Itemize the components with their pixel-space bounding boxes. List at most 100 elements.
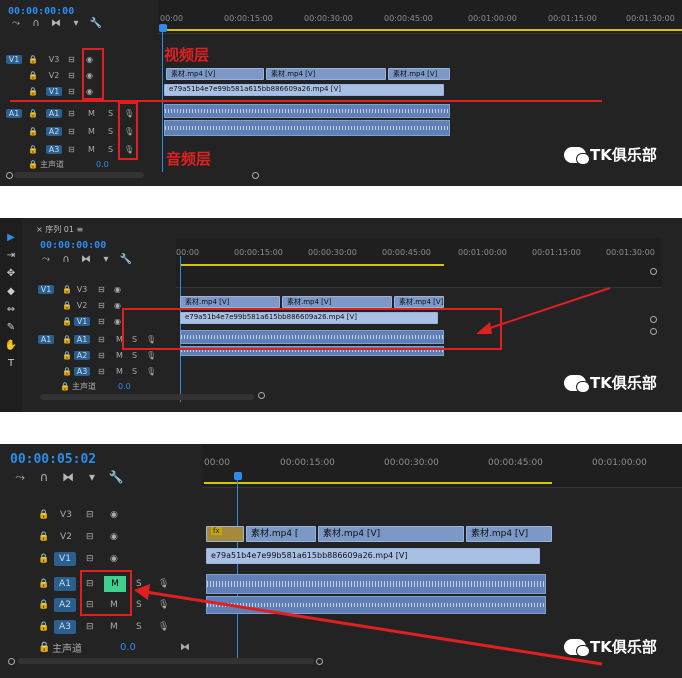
marker-icon[interactable]: ▾ [96, 254, 116, 265]
zoom-scroll-start[interactable] [6, 172, 13, 179]
video-clip-main[interactable]: e79a51b4e7e99b581a615bb886609a26.mp4 [V] [164, 84, 444, 96]
track-header-v1[interactable]: 🔒 V1 ⊟ ◉ [0, 550, 196, 568]
video-clip[interactable]: 素材.mp4 [V] [166, 68, 264, 80]
solo-button[interactable]: S [108, 127, 113, 136]
lock-icon[interactable]: 🔒 [62, 351, 72, 360]
track-header-a2[interactable]: 🔒 A2 ⊟ M S 🎙 [0, 348, 170, 362]
video-clip[interactable]: 素材.mp4 [V] [266, 68, 386, 80]
lock-icon[interactable]: 🔒 [62, 317, 72, 326]
source-patch-v1[interactable]: V1 [6, 54, 22, 64]
video-clip[interactable]: 素材.mp4 [V] [180, 296, 280, 308]
lock-icon[interactable]: 🔒 [28, 145, 38, 154]
solo-button[interactable]: S [132, 351, 137, 360]
snap-icon[interactable]: ∩ [26, 18, 46, 29]
sync-lock-icon[interactable]: ⊟ [68, 71, 75, 80]
video-clip[interactable]: 素材.mp4 [V] [466, 526, 552, 542]
track-header-v3[interactable]: V1 🔒 V3 ⊟ ◉ [0, 282, 170, 296]
zoom-scroll-start[interactable] [8, 658, 15, 665]
mute-button[interactable]: M [88, 127, 95, 136]
snap-icon[interactable]: ∩ [56, 254, 76, 265]
lock-icon[interactable]: 🔒 [28, 109, 38, 118]
zoom-scroll-end[interactable] [252, 172, 259, 179]
linked-selection-icon[interactable]: ⧓ [76, 254, 96, 265]
track-header-v2[interactable]: 🔒 V2 ⊟ ◉ [0, 528, 196, 546]
scroll-knob[interactable] [650, 328, 657, 335]
solo-button[interactable]: S [108, 109, 113, 118]
lock-icon[interactable]: 🔒 [28, 71, 38, 80]
source-patch-v1[interactable]: V1 [38, 284, 54, 294]
linked-selection-icon[interactable]: ⧓ [46, 18, 66, 29]
lock-icon[interactable]: 🔒 [38, 579, 49, 589]
zoom-scroll-end[interactable] [316, 658, 323, 665]
mute-button[interactable]: M [88, 145, 95, 154]
snap-icon[interactable]: ∩ [32, 470, 56, 485]
lock-icon[interactable]: 🔒 [38, 642, 50, 653]
sync-lock-icon[interactable]: ⊟ [86, 510, 94, 520]
track-select-icon[interactable]: ⇥ [0, 250, 22, 268]
lock-icon[interactable]: 🔒 [62, 301, 72, 310]
audio-clip[interactable] [164, 120, 450, 136]
eye-icon[interactable]: ◉ [110, 554, 118, 564]
lock-icon[interactable]: 🔒 [38, 554, 49, 564]
video-clip[interactable]: 素材.mp4 [V] [394, 296, 444, 308]
lock-icon[interactable]: 🔒 [38, 600, 49, 610]
scroll-knob[interactable] [650, 316, 657, 323]
mute-button[interactable]: M [116, 367, 123, 376]
video-clip[interactable]: 素材.mp4 [V] [318, 526, 464, 542]
work-area-bar[interactable] [204, 482, 552, 484]
track-header-v3[interactable]: 🔒 V3 ⊟ ◉ [0, 506, 196, 524]
sync-lock-icon[interactable]: ⊟ [68, 109, 75, 118]
zoom-scroll-end[interactable] [258, 392, 265, 399]
nest-icon[interactable]: ⤳ [6, 18, 26, 29]
video-clip[interactable]: 素材.mp4 [V] [282, 296, 392, 308]
track-header-v2[interactable]: 🔒 V2 ⊟ ◉ [0, 68, 150, 82]
sync-lock-icon[interactable]: ⊟ [68, 127, 75, 136]
sync-lock-icon[interactable]: ⊟ [86, 622, 94, 632]
sync-lock-icon[interactable]: ⊟ [86, 554, 94, 564]
sync-lock-icon[interactable]: ⊟ [68, 145, 75, 154]
horizontal-scrollbar[interactable] [18, 658, 314, 664]
lock-icon[interactable]: 🔒 [28, 160, 38, 169]
track-header-v3[interactable]: V1 🔒 V3 ⊟ ◉ [0, 52, 150, 66]
horizontal-scrollbar[interactable] [40, 394, 254, 400]
eye-icon[interactable]: ◉ [110, 510, 118, 520]
mute-button[interactable]: M [116, 351, 123, 360]
sync-lock-icon[interactable]: ⊟ [98, 317, 105, 326]
track-header-v1[interactable]: 🔒 V1 ⊟ ◉ [0, 84, 150, 98]
lock-icon[interactable]: 🔒 [60, 382, 70, 391]
nest-icon[interactable]: ⤳ [8, 470, 32, 485]
eye-icon[interactable]: ◉ [114, 301, 121, 310]
video-clip[interactable]: 素材.mp4 [V] [388, 68, 450, 80]
solo-button[interactable]: S [108, 145, 113, 154]
video-clip-main[interactable]: e79a51b4e7e99b581a615bb886609a26.mp4 [V] [206, 548, 540, 564]
horizontal-scrollbar[interactable] [14, 172, 144, 178]
sync-lock-icon[interactable]: ⊟ [98, 351, 105, 360]
work-area-bar[interactable] [180, 264, 444, 266]
mic-icon[interactable]: 🎙 [146, 367, 156, 376]
eye-icon[interactable]: ◉ [114, 285, 121, 294]
lock-icon[interactable]: 🔒 [38, 622, 49, 632]
lock-icon[interactable]: 🔒 [38, 532, 49, 542]
sync-lock-icon[interactable]: ⊟ [98, 367, 105, 376]
master-volume[interactable]: 0.0 [118, 382, 131, 391]
mute-button[interactable]: M [110, 622, 118, 632]
mute-button[interactable]: M [88, 109, 95, 118]
playhead-timecode[interactable]: 00:00:00:00 [40, 240, 106, 251]
playhead-timecode[interactable]: 00:00:05:02 [10, 452, 96, 467]
sync-lock-icon[interactable]: ⊟ [68, 55, 75, 64]
sync-lock-icon[interactable]: ⊟ [98, 285, 105, 294]
selection-tool-icon[interactable]: ▶ [0, 232, 22, 250]
lock-icon[interactable]: 🔒 [38, 510, 49, 520]
lock-icon[interactable]: 🔒 [28, 127, 38, 136]
nest-icon[interactable]: ⤳ [36, 254, 56, 265]
sync-lock-icon[interactable]: ⊟ [98, 301, 105, 310]
playhead-handle[interactable] [234, 472, 242, 480]
source-patch-a1[interactable]: A1 [6, 108, 22, 118]
work-area-bar[interactable] [160, 29, 682, 31]
sequence-tab[interactable]: × 序列 01 ≡ [36, 224, 83, 235]
marker-icon[interactable]: ▾ [80, 470, 104, 485]
sync-lock-icon[interactable]: ⊟ [68, 87, 75, 96]
playhead-handle[interactable] [159, 24, 167, 32]
source-patch-a1[interactable]: A1 [38, 334, 54, 344]
wrench-icon[interactable]: 🔧 [104, 470, 128, 485]
